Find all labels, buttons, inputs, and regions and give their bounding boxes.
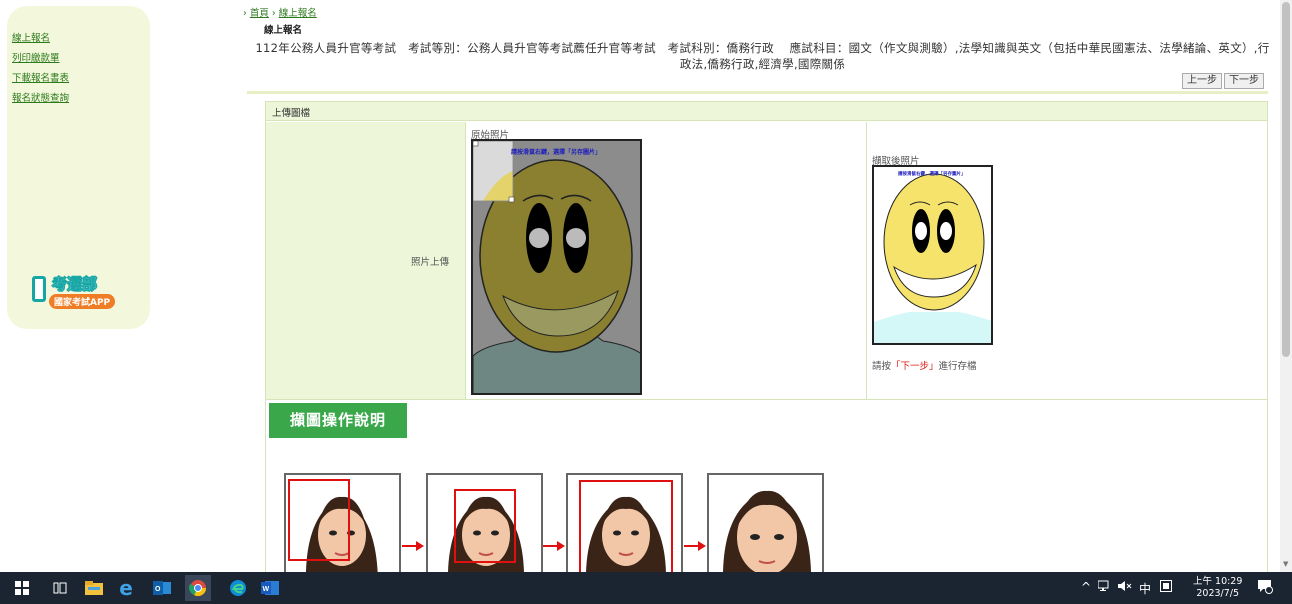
sidebar-link-online-registration[interactable]: 線上報名 <box>12 32 69 52</box>
instruction-step-3 <box>566 473 683 583</box>
internet-explorer-icon[interactable]: e <box>116 576 136 600</box>
ime-indicator[interactable]: 中 <box>1139 580 1151 597</box>
crop-instructions-button[interactable]: 擷圖操作說明 <box>269 403 407 438</box>
sidebar-links: 線上報名 列印繳款單 下載報名書表 報名狀態查詢 <box>12 32 69 112</box>
app-banner-title: 考選部 <box>52 275 98 293</box>
save-hint-suffix: 進行存檔 <box>938 361 977 372</box>
tray-chevron-icon[interactable]: ^ <box>1081 580 1091 594</box>
app-banner-subtitle: 國家考試APP <box>49 294 116 309</box>
exam-info: 112年公務人員升官等考試 考試等別：公務人員升官等考試薦任升官等考試 考試科別… <box>255 41 1270 71</box>
network-icon[interactable] <box>1097 580 1112 595</box>
phone-icon <box>32 276 46 302</box>
header-divider <box>247 91 1268 94</box>
notification-icon[interactable] <box>1257 578 1273 597</box>
edge-icon[interactable] <box>228 578 248 598</box>
next-step-button[interactable]: 下一步 <box>1224 73 1264 89</box>
breadcrumb-arrow-icon: › <box>243 8 247 19</box>
instruction-step-2 <box>426 473 543 583</box>
row-divider <box>266 399 1267 400</box>
windows-start-icon[interactable] <box>12 578 32 598</box>
clock-time: 上午 10:29 <box>1193 576 1243 587</box>
photo-upload-label: 照片上傳 <box>410 257 449 268</box>
scrollbar-thumb[interactable] <box>1282 2 1290 357</box>
save-hint-highlight: 「下一步」 <box>891 361 939 372</box>
task-view-icon[interactable] <box>50 578 70 598</box>
upload-panel: 上傳圖檔 照片上傳 原始照片 請按滑鼠右鍵，選擇「另存圖片」 擷取後照片 請按滑… <box>265 101 1268 583</box>
svg-text:W: W <box>263 586 270 593</box>
word-icon[interactable]: W <box>260 578 280 598</box>
portrait-illustration <box>288 479 378 581</box>
clock-date: 2023/7/5 <box>1196 588 1240 599</box>
photo-banner-text: 請按滑鼠右鍵，選擇「另存圖片」 <box>511 149 602 156</box>
save-hint-prefix: 請按 <box>872 361 892 372</box>
arrow-right-icon <box>402 541 424 551</box>
chrome-icon[interactable] <box>185 575 211 601</box>
portrait-illustration <box>447 489 525 581</box>
page-scrollbar[interactable]: ▼ <box>1280 0 1292 572</box>
taskbar: e O W ^ 中 上午 10:29 2023/7/5 <box>0 572 1292 604</box>
instruction-step-4 <box>707 473 824 583</box>
sidebar-link-download-forms[interactable]: 下載報名書表 <box>12 72 69 92</box>
portrait-illustration <box>579 480 673 581</box>
volume-muted-icon[interactable] <box>1118 580 1132 595</box>
portrait-illustration <box>723 490 811 581</box>
save-hint: 請按「下一步」進行存檔 <box>872 358 977 372</box>
page-title: 線上報名 <box>264 25 303 36</box>
outlook-icon[interactable]: O <box>152 578 172 598</box>
app-banner[interactable]: 考選部 國家考試APP <box>12 135 140 309</box>
svg-text:O: O <box>155 586 161 593</box>
original-photo[interactable]: 請按滑鼠右鍵，選擇「另存圖片」 <box>471 139 642 395</box>
arrow-right-icon <box>684 541 706 551</box>
sidebar-link-print-payment[interactable]: 列印繳款單 <box>12 52 69 72</box>
page: 線上報名 列印繳款單 下載報名書表 報名狀態查詢 考選部 國家考試APP › 首… <box>0 0 1292 604</box>
field-label-cell: 照片上傳 <box>266 122 466 399</box>
smiley-face-image <box>473 141 640 393</box>
sidebar-link-status-query[interactable]: 報名狀態查詢 <box>12 92 69 112</box>
instruction-step-1 <box>284 473 401 583</box>
ime-mode-icon[interactable] <box>1160 580 1172 595</box>
breadcrumb: › 首頁 › 線上報名 <box>243 5 317 19</box>
cropped-banner-text: 請按滑鼠右鍵，選擇「另存圖片」 <box>898 172 966 177</box>
system-clock[interactable]: 上午 10:29 2023/7/5 <box>1193 576 1242 600</box>
file-explorer-icon[interactable] <box>84 578 104 598</box>
prev-step-button[interactable]: 上一步 <box>1182 73 1222 89</box>
nav-buttons: 上一步 下一步 <box>1182 73 1264 89</box>
breadcrumb-arrow-icon: › <box>271 8 276 19</box>
arrow-right-icon <box>543 541 565 551</box>
panel-header: 上傳圖檔 <box>266 102 1267 121</box>
breadcrumb-current[interactable]: 線上報名 <box>279 8 317 19</box>
smiley-face-cropped-image <box>874 167 991 343</box>
breadcrumb-home[interactable]: 首頁 <box>250 8 269 19</box>
scroll-down-icon[interactable]: ▼ <box>1283 560 1288 568</box>
cropped-photo: 請按滑鼠右鍵，選擇「另存圖片」 <box>872 165 993 345</box>
